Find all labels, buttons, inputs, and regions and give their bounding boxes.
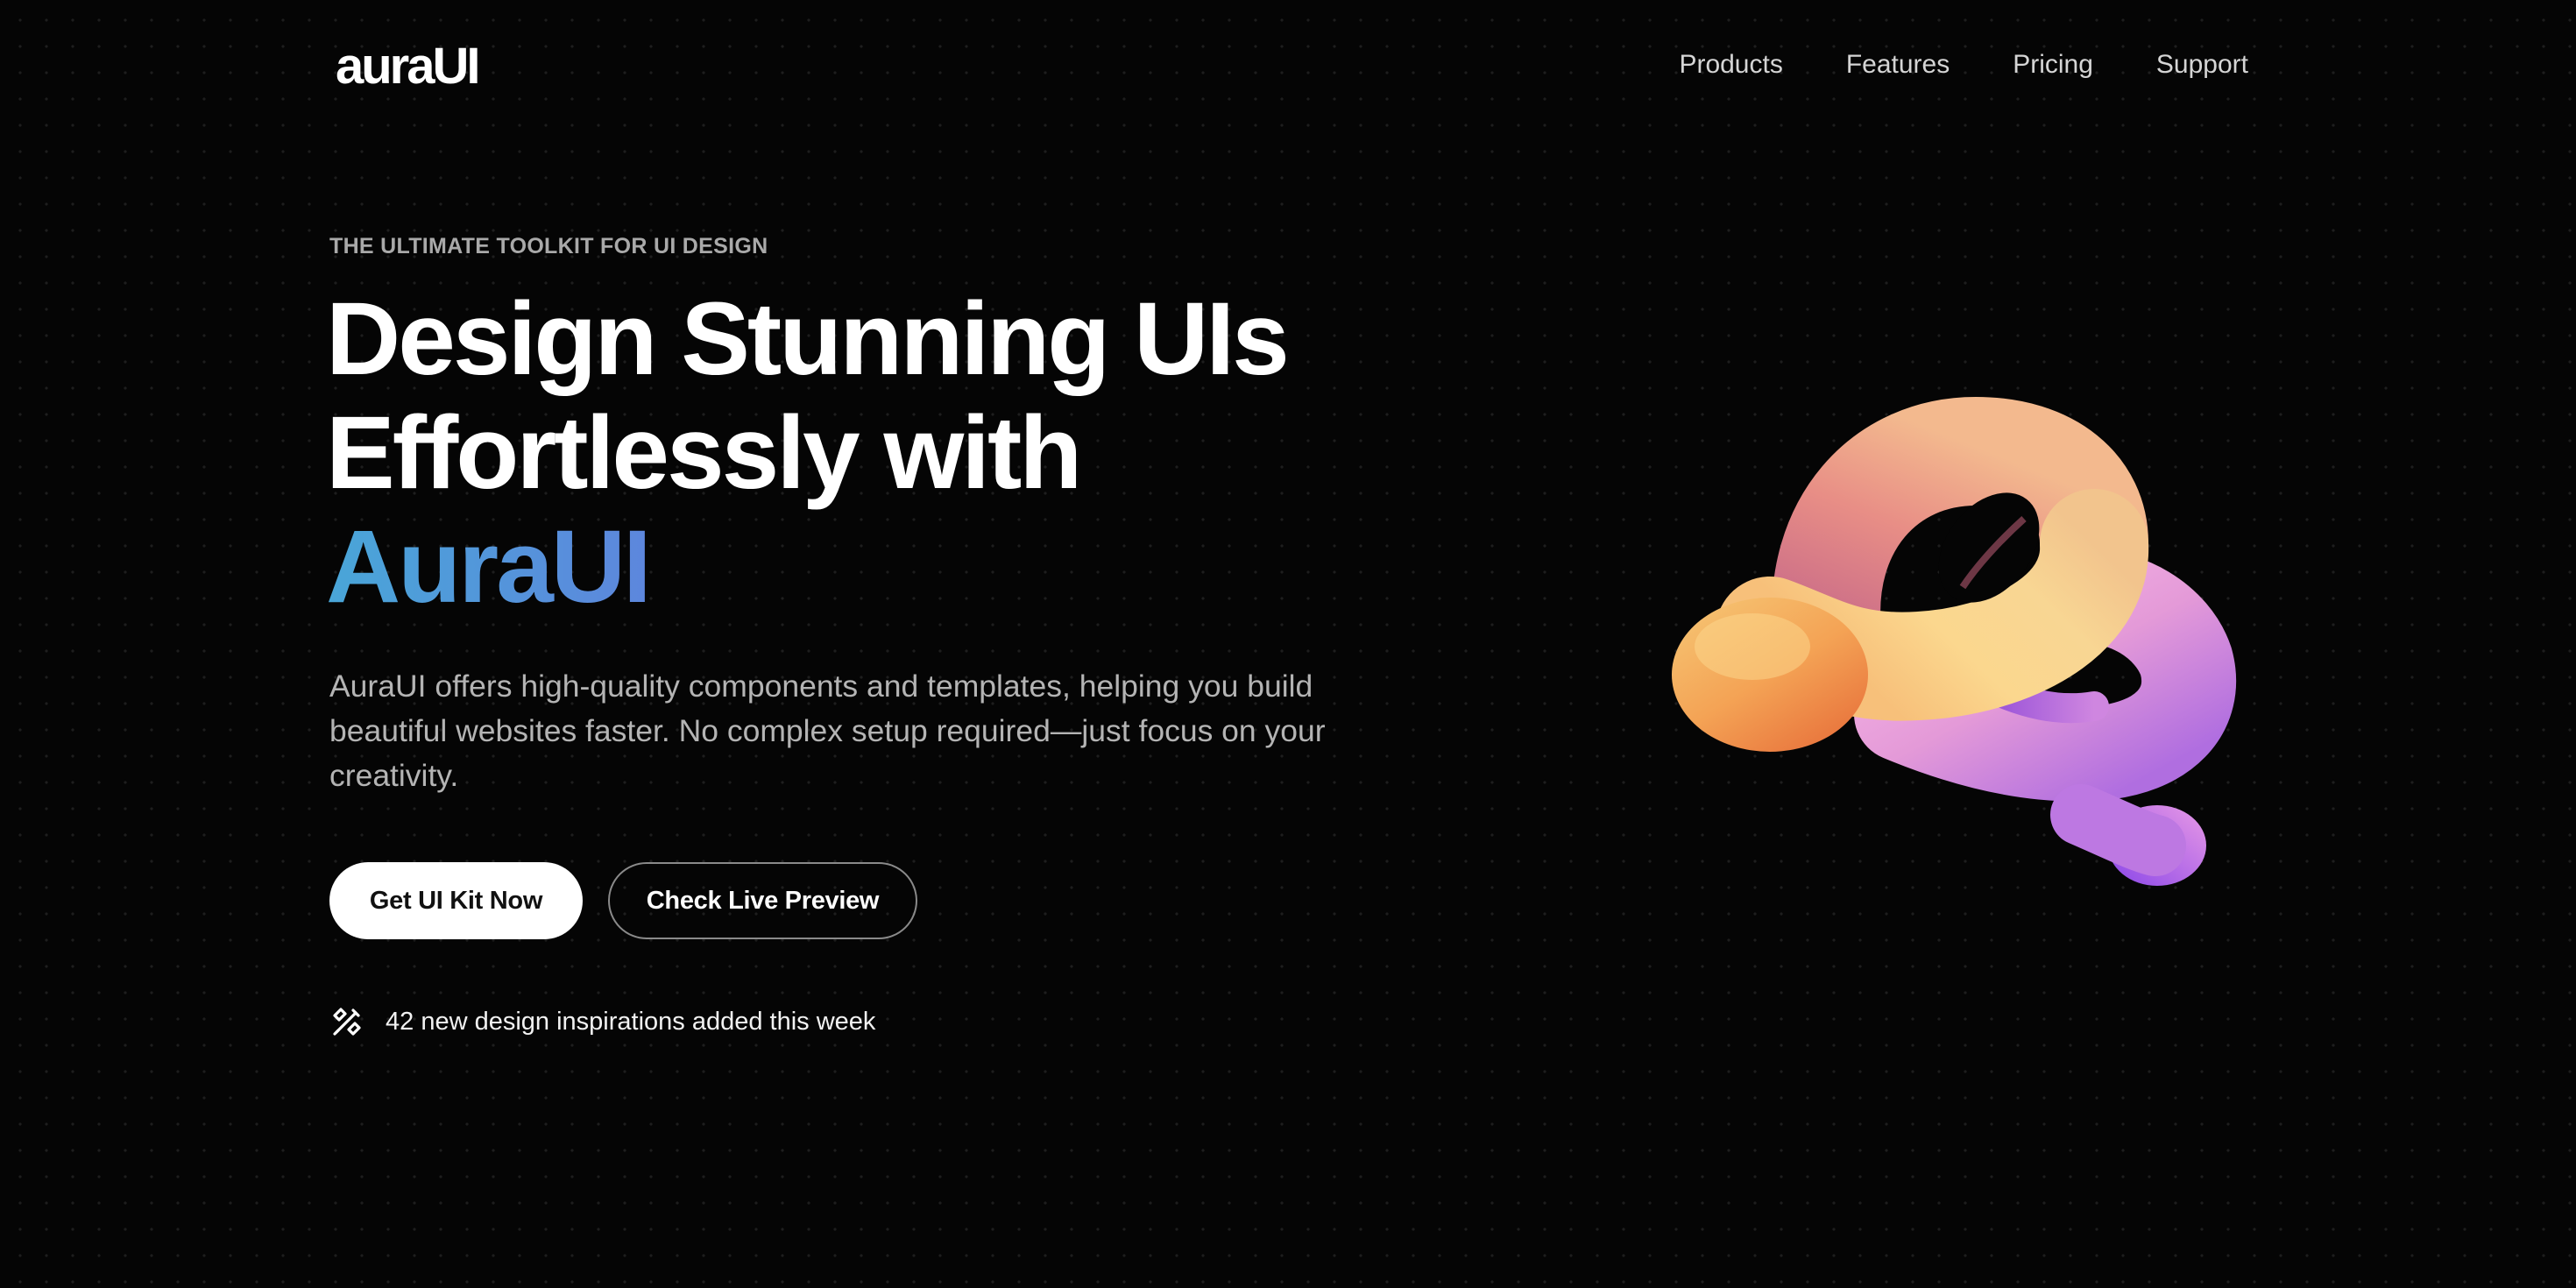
design-tools-icon: [333, 1008, 361, 1036]
live-preview-button[interactable]: Check Live Preview: [608, 862, 917, 939]
headline-line-2: Effortlessly with: [326, 395, 1082, 511]
hero-3d-shape: [1672, 396, 2237, 886]
get-ui-kit-button[interactable]: Get UI Kit Now: [329, 862, 583, 939]
hero-headline: Design Stunning UIs Effortlessly with Au…: [326, 281, 1290, 624]
note-text: 42 new design inspirations added this we…: [386, 1008, 876, 1036]
logo[interactable]: auraUI: [336, 39, 481, 95]
inspirations-note: 42 new design inspirations added this we…: [329, 1004, 875, 1039]
hero-eyebrow: THE ULTIMATE TOOLKIT FOR UI DESIGN: [329, 234, 768, 258]
nav-link-features[interactable]: Features: [1846, 46, 1950, 84]
nav-link-pricing[interactable]: Pricing: [2013, 46, 2093, 84]
headline-brand: AuraUI: [326, 510, 1287, 624]
nav-link-products[interactable]: Products: [1679, 46, 1782, 84]
nav-link-support[interactable]: Support: [2156, 46, 2248, 84]
hero-description: AuraUI offers high-quality components an…: [329, 669, 1326, 793]
headline-line-1: Design Stunning UIs: [326, 281, 1290, 397]
top-nav: Products Features Pricing Support: [1679, 46, 2248, 84]
